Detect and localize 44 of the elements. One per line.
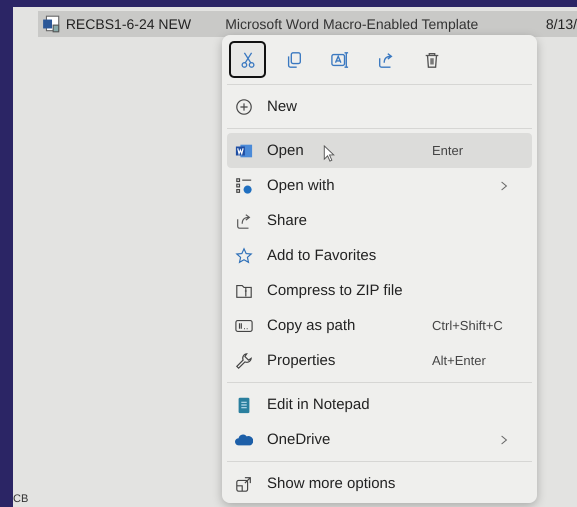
menu-item[interactable]: Copy as path Ctrl+Shift+C xyxy=(227,308,532,343)
shortcut-text: Ctrl+Shift+C xyxy=(432,318,504,333)
menu-item-label: Copy as path xyxy=(267,317,356,334)
menu-item[interactable]: New xyxy=(227,89,532,124)
menu-item-label: Share xyxy=(267,212,308,229)
menu-item-label: New xyxy=(267,98,298,115)
plus-circle-icon xyxy=(235,98,253,116)
mouse-pointer-icon xyxy=(323,145,335,162)
cut-button[interactable] xyxy=(229,41,266,78)
menu-item[interactable]: Edit in Notepad xyxy=(227,387,532,422)
status-text: CB xyxy=(13,493,30,507)
file-row[interactable]: RECBS1-6-24 NEW Microsoft Word Macro-Enabled Template 8/13/ xyxy=(38,11,577,37)
shortcut-text: Enter xyxy=(432,143,464,158)
menu-item[interactable]: Add to Favorites xyxy=(227,238,532,273)
menu-item-label: Open with xyxy=(267,177,335,194)
file-date: 8/13/ xyxy=(546,16,577,32)
rename-icon xyxy=(330,50,348,68)
menu-item[interactable]: Share xyxy=(227,203,532,238)
menu-item-label: Show more options xyxy=(267,475,396,492)
star-icon xyxy=(235,246,253,264)
menu-item[interactable]: Compress to ZIP file xyxy=(227,273,532,308)
menu-item[interactable]: OneDrive xyxy=(227,422,532,457)
wrench-icon xyxy=(235,352,253,370)
show-more-icon xyxy=(235,474,253,492)
menu-item-label: Properties xyxy=(267,352,336,369)
file-type: Microsoft Word Macro-Enabled Template xyxy=(225,16,480,32)
menu-item-label: OneDrive xyxy=(267,431,330,448)
menu-item[interactable]: Show more options xyxy=(227,466,532,501)
cut-icon xyxy=(238,50,256,68)
word-file-icon xyxy=(42,15,60,33)
menu-item-label: Compress to ZIP file xyxy=(267,282,403,299)
share-icon xyxy=(235,212,253,230)
file-name: RECBS1-6-24 NEW xyxy=(66,16,192,32)
word-document-icon xyxy=(235,142,253,160)
share-icon xyxy=(376,50,394,68)
menu-item[interactable]: Open with xyxy=(227,168,532,203)
trash-icon xyxy=(422,50,440,68)
menu-item-label: Add to Favorites xyxy=(267,247,376,264)
menu-item-label: Edit in Notepad xyxy=(267,396,370,413)
menu-item-label: Open xyxy=(267,142,304,159)
menu-item[interactable]: Open Enter xyxy=(227,133,532,168)
shortcut-text: Alt+Enter xyxy=(432,353,487,368)
menu-item[interactable]: Properties Alt+Enter xyxy=(227,343,532,378)
open-with-icon xyxy=(235,176,253,194)
